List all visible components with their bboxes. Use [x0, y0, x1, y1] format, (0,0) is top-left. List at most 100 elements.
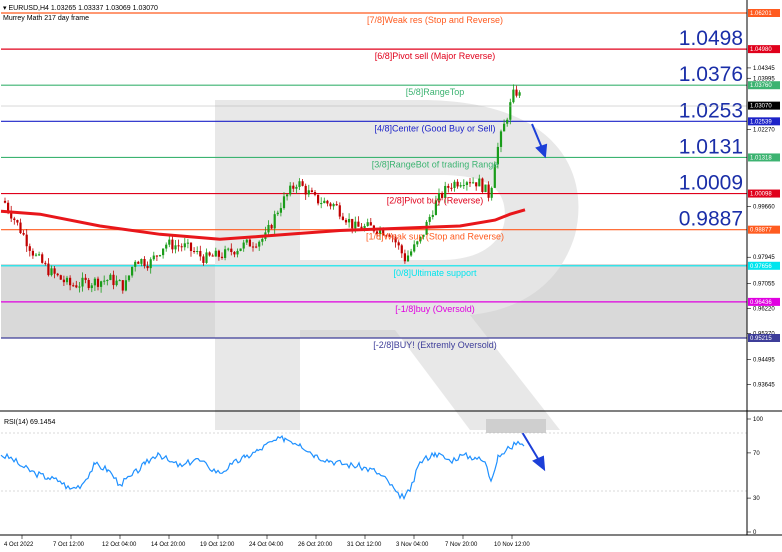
candle-body	[227, 248, 230, 250]
candle-body	[193, 250, 196, 252]
candle-body	[96, 278, 100, 287]
price-tick-label: 0.97055	[753, 282, 775, 288]
candle-body	[317, 194, 320, 204]
candle-body	[239, 248, 242, 251]
candle-body	[518, 92, 521, 96]
price-chart[interactable]: [7/8]Weak res (Stop and Reverse) [6/8]Piv…	[0, 0, 782, 552]
price-tick-label: 0.93645	[753, 382, 775, 388]
candle-body	[56, 273, 59, 276]
candle-body	[453, 181, 456, 188]
rsi-highlight-box	[486, 419, 546, 433]
candle-body	[171, 239, 174, 250]
candle-body	[410, 251, 413, 256]
candle-body	[50, 268, 53, 276]
candle-body	[484, 184, 487, 193]
candle-body	[220, 256, 224, 258]
candle-body	[475, 182, 478, 187]
level-tag-text-4-8: 1.02539	[750, 119, 772, 125]
candle-body	[131, 266, 134, 276]
level-tag-text-1-8: 0.98877	[750, 228, 772, 234]
candle-body	[267, 224, 270, 233]
candle-body	[286, 194, 289, 197]
candle-body	[224, 249, 227, 258]
candle-body	[78, 286, 81, 288]
candle-body	[134, 261, 137, 267]
candle-body	[509, 102, 512, 120]
candle-body	[196, 250, 199, 252]
candle-body	[503, 123, 506, 132]
candle-body	[270, 224, 273, 229]
candle-body	[295, 186, 298, 189]
level-value-3-8: 1.0131	[679, 135, 743, 158]
candle-body	[165, 244, 168, 249]
level-value-1-8: 0.9887	[679, 208, 743, 231]
candle-body	[53, 268, 56, 274]
candle-body	[341, 216, 344, 220]
candle-body	[69, 277, 72, 286]
candle-body	[19, 222, 22, 234]
time-tick-label: 19 Oct 12:00	[200, 542, 235, 548]
candle-body	[472, 182, 475, 184]
candle-body	[397, 242, 400, 246]
time-tick-label: 7 Oct 12:00	[53, 542, 85, 548]
candle-body	[255, 246, 258, 248]
candle-body	[236, 250, 239, 255]
candle-body	[258, 241, 261, 247]
candle-body	[41, 254, 44, 263]
candle-body	[118, 280, 121, 282]
candle-body	[112, 274, 115, 286]
candle-body	[416, 241, 419, 245]
candle-body	[152, 255, 155, 260]
candle-body	[335, 204, 338, 206]
rsi-label: RSI(14) 69.1454	[4, 419, 55, 426]
candle-body	[304, 185, 307, 195]
candle-body	[273, 214, 276, 229]
candle-body	[447, 185, 450, 188]
candle-body	[214, 250, 217, 257]
rsi-tick-label: 30	[753, 496, 760, 502]
candle-body	[481, 178, 484, 193]
time-tick-label: 7 Nov 20:00	[445, 542, 478, 548]
candle-body	[137, 261, 140, 264]
candle-body	[72, 285, 75, 287]
candle-body	[90, 285, 93, 289]
level-value-4-8: 1.0253	[679, 99, 743, 122]
candle-body	[487, 184, 490, 198]
candle-body	[180, 246, 183, 248]
candle-body	[512, 89, 515, 103]
candle-body	[31, 250, 34, 256]
candle-body	[162, 248, 165, 256]
candle-body	[199, 250, 202, 257]
level-tag-text-5-8: 1.03760	[750, 83, 772, 89]
level-value-6-8: 1.0498	[679, 27, 743, 50]
time-tick-label: 4 Oct 2022	[4, 542, 34, 548]
candle-body	[93, 278, 96, 286]
candle-body	[242, 242, 245, 249]
price-tick-label: 1.02270	[753, 127, 775, 133]
candle-body	[115, 280, 118, 286]
candle-body	[87, 279, 90, 289]
level-tag-text--1-8: 0.96436	[750, 300, 772, 306]
candle-body	[456, 181, 459, 187]
candle-body	[279, 208, 282, 213]
candle-body	[413, 244, 416, 252]
level-value-5-8: 1.0376	[679, 63, 743, 86]
candle-body	[189, 242, 193, 251]
level-tag-text-0-8: 0.97656	[750, 264, 772, 270]
level-tag-text-2-8: 1.00098	[750, 192, 772, 198]
candle-body	[320, 203, 323, 205]
candle-body	[403, 253, 406, 262]
candle-body	[124, 280, 127, 291]
candle-body	[34, 254, 38, 256]
time-tick-label: 24 Oct 04:00	[249, 542, 284, 548]
candle-body	[44, 262, 47, 264]
candle-body	[230, 248, 233, 253]
candle-body	[468, 182, 472, 184]
candle-body	[22, 233, 25, 235]
candle-body	[465, 182, 468, 186]
candle-body	[62, 279, 65, 283]
candle-body	[478, 178, 481, 187]
rsi-tick-label: 70	[753, 451, 760, 457]
candle-body	[506, 119, 509, 124]
candle-body	[28, 246, 31, 251]
